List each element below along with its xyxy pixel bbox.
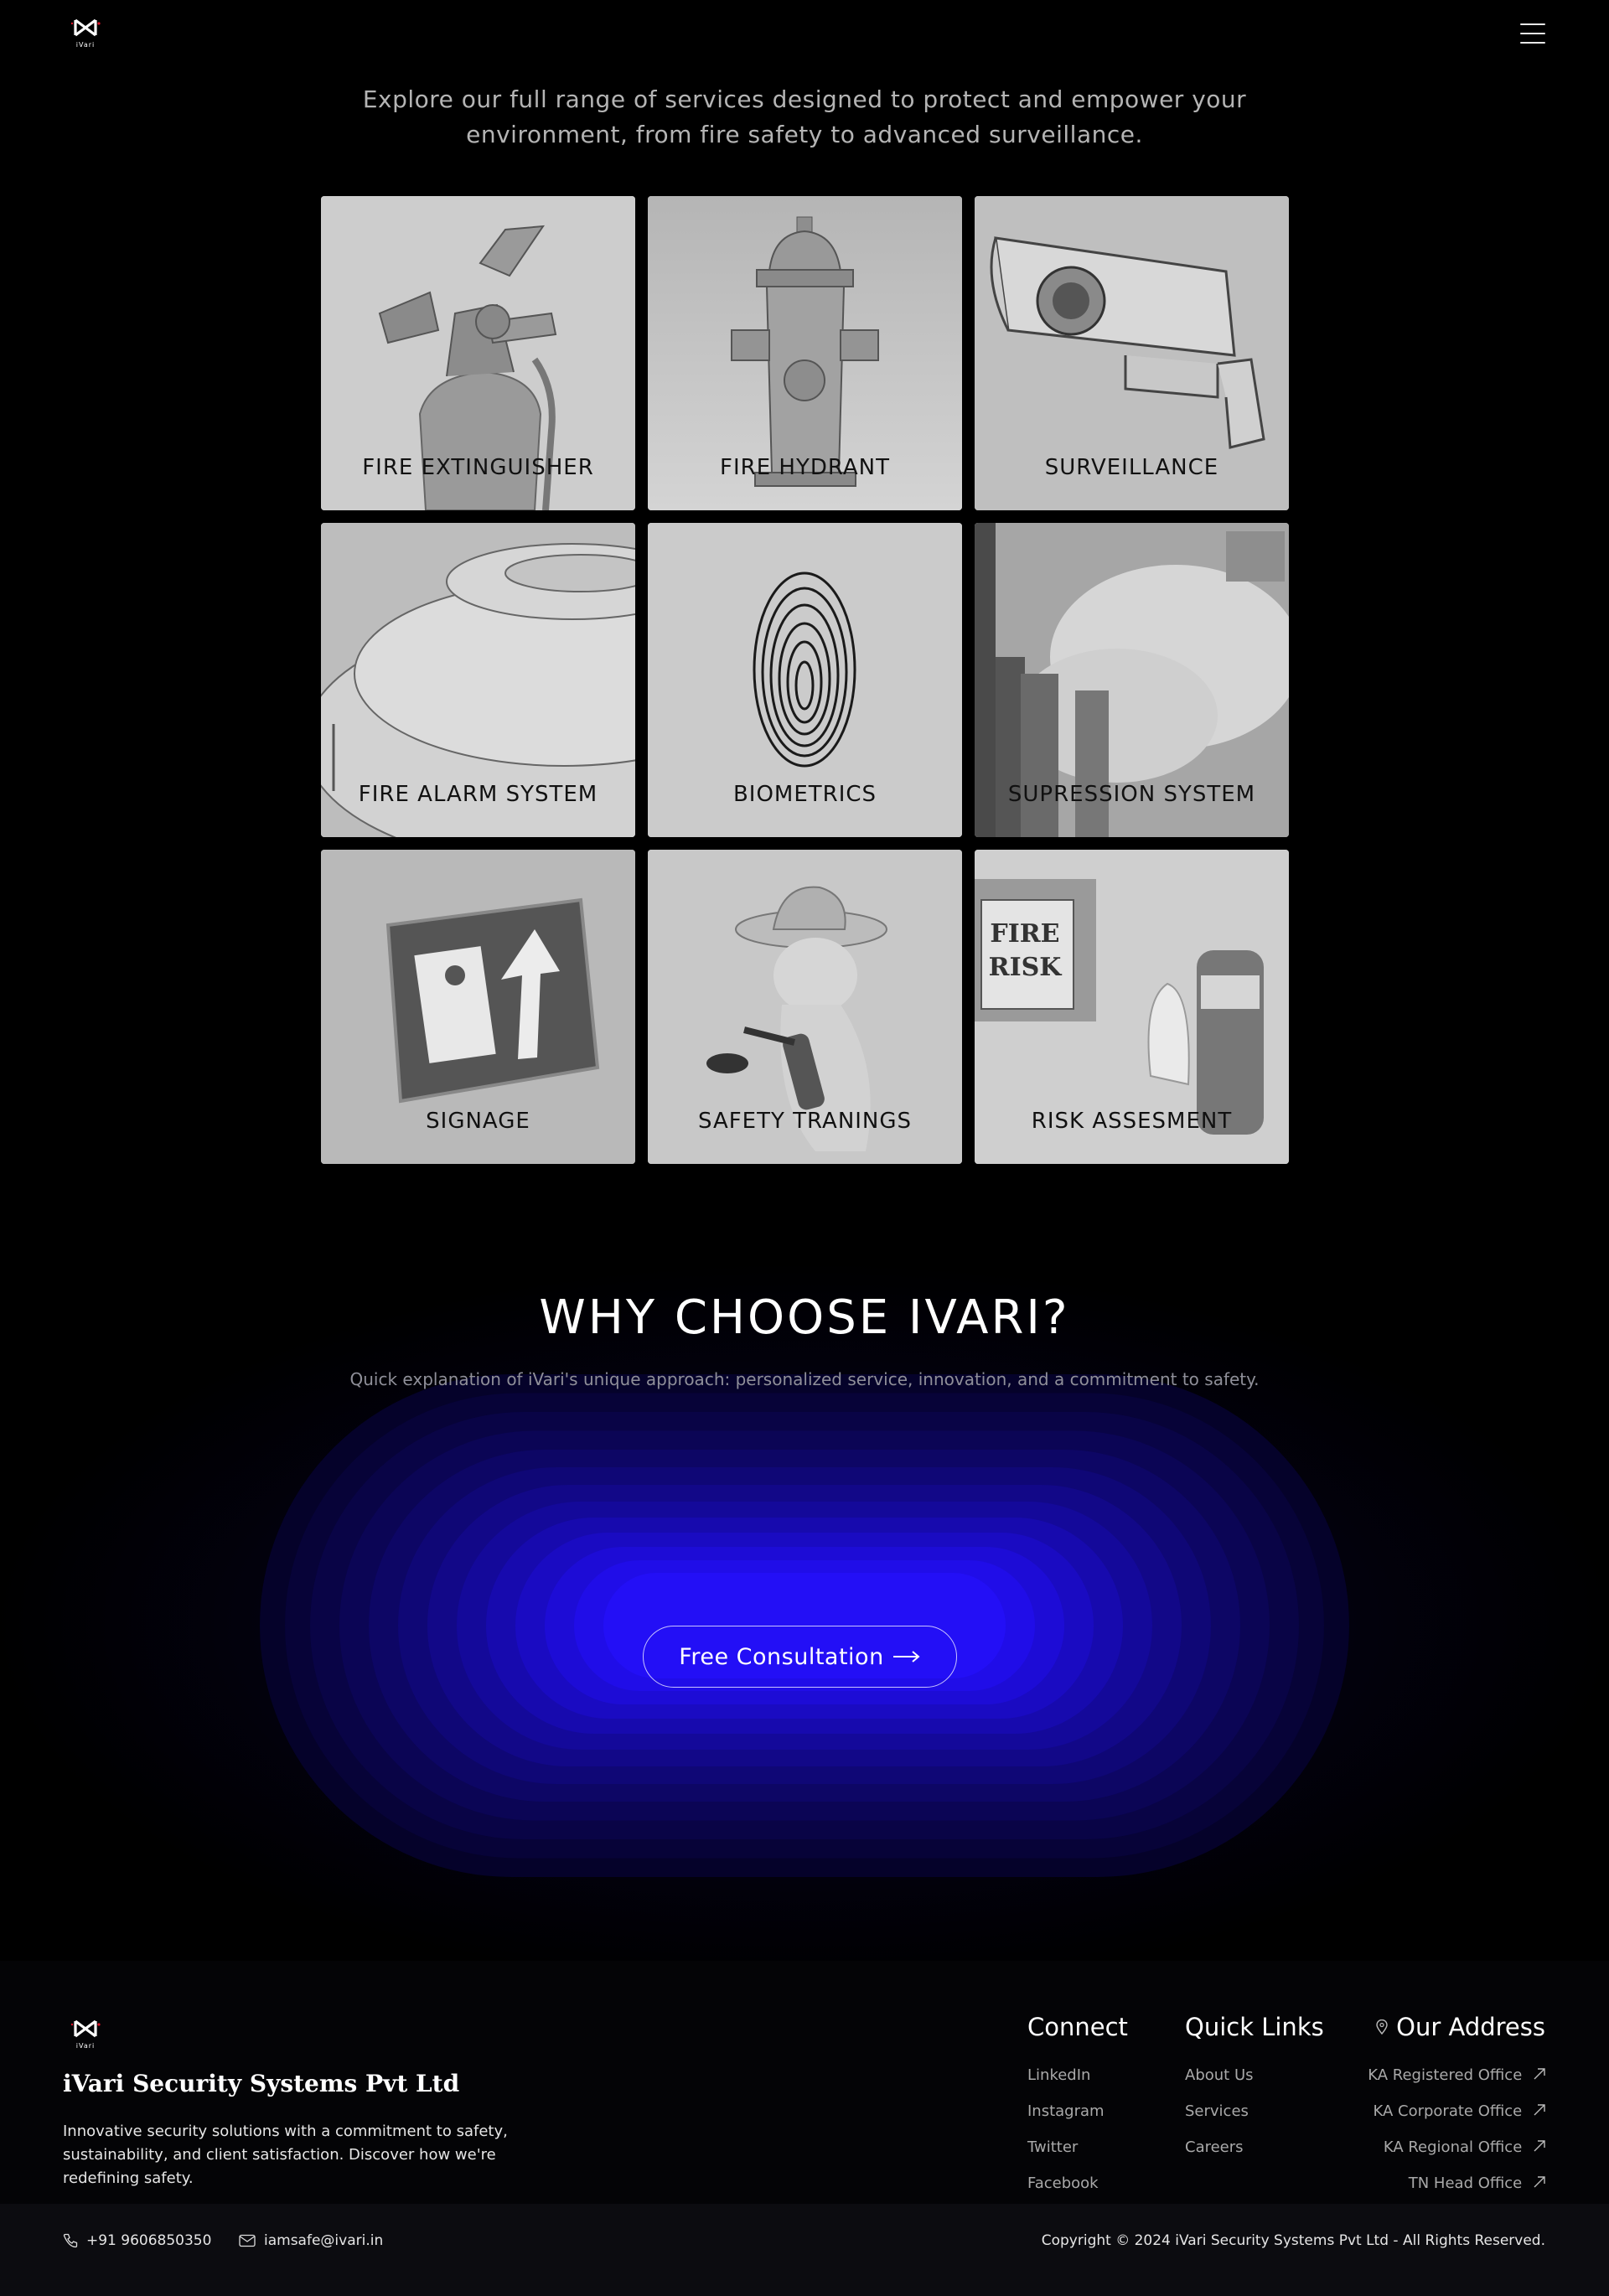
service-card-risk-assessment[interactable]: FIRE RISK RISK ASSESMENT — [975, 850, 1289, 1164]
service-label: BIOMETRICS — [732, 782, 877, 807]
link-services[interactable]: Services — [1185, 2102, 1249, 2120]
link-twitter[interactable]: Twitter — [1027, 2138, 1078, 2156]
service-card-fire-alarm-system[interactable]: FIRE ALARM SYSTEM — [321, 523, 635, 837]
company-tagline: Innovative security solutions with a com… — [63, 2123, 508, 2187]
address-label: TN Head Office — [1408, 2174, 1523, 2192]
services-grid: FIRE EXTINGUISHER FIRE HYDRANT SURVEILLA… — [321, 196, 1290, 1164]
service-label: SAFETY TRANINGS — [697, 1109, 913, 1134]
copyright-text: Copyright © 2024 iVari Security Systems … — [1041, 2232, 1545, 2249]
service-label: RISK ASSESMENT — [1031, 1109, 1233, 1134]
service-card-biometrics[interactable]: BIOMETRICS — [648, 523, 962, 837]
ivari-logo-icon — [70, 18, 101, 37]
service-card-signage[interactable]: SIGNAGE — [321, 850, 635, 1164]
location-pin-icon — [1376, 2019, 1388, 2035]
cta-label: Free Consultation — [679, 1643, 884, 1670]
link-facebook[interactable]: Facebook — [1027, 2174, 1099, 2192]
link-careers[interactable]: Careers — [1185, 2138, 1244, 2156]
link-ka-registered-office[interactable]: KA Registered Office — [1368, 2066, 1545, 2084]
arrow-up-right-icon — [1534, 2068, 1545, 2080]
service-card-fire-hydrant[interactable]: FIRE HYDRANT — [648, 196, 962, 510]
link-ka-regional-office[interactable]: KA Regional Office — [1384, 2138, 1545, 2156]
ivari-logo-icon — [70, 2019, 101, 2038]
logo-text: iVari — [75, 41, 96, 49]
footer-logo[interactable]: iVari — [70, 2016, 101, 2050]
service-label: SURVEILLANCE — [1044, 455, 1219, 480]
arrow-up-right-icon — [1534, 2176, 1545, 2188]
service-label: FIRE HYDRANT — [720, 455, 890, 480]
service-card-surveillance[interactable]: SURVEILLANCE — [975, 196, 1289, 510]
link-linkedin[interactable]: LinkedIn — [1027, 2066, 1090, 2084]
quick-links-heading: Quick Links — [1185, 2013, 1324, 2041]
address-label: KA Registered Office — [1368, 2066, 1523, 2084]
svg-text:RISK: RISK — [989, 953, 1063, 982]
email-address: iamsafe@ivari.in — [264, 2232, 384, 2249]
footer-bottom-bar — [0, 2204, 1609, 2296]
logo-text: iVari — [75, 2042, 96, 2050]
svg-text:FIRE: FIRE — [990, 919, 1059, 949]
service-card-suppression-system[interactable]: SUPRESSION SYSTEM — [975, 523, 1289, 837]
phone-icon — [63, 2233, 78, 2248]
mail-icon — [239, 2234, 256, 2247]
arrow-up-right-icon — [1534, 2140, 1545, 2152]
arrow-up-right-icon — [1534, 2104, 1545, 2116]
connect-heading: Connect — [1027, 2013, 1128, 2041]
service-label: SUPRESSION SYSTEM — [1007, 782, 1256, 807]
service-card-fire-extinguisher[interactable]: FIRE EXTINGUISHER — [321, 196, 635, 510]
service-label: FIRE ALARM SYSTEM — [358, 782, 598, 807]
service-label: FIRE EXTINGUISHER — [362, 455, 594, 480]
arrow-right-icon — [892, 1651, 920, 1663]
address-label: KA Corporate Office — [1373, 2102, 1523, 2120]
phone-number: +91 9606850350 — [86, 2232, 212, 2249]
phone-contact[interactable]: +91 9606850350 — [63, 2232, 211, 2249]
email-contact[interactable]: iamsafe@ivari.in — [239, 2232, 383, 2249]
address-heading: Our Address — [1396, 2013, 1545, 2041]
service-label: SIGNAGE — [426, 1109, 530, 1134]
service-card-safety-trainings[interactable]: SAFETY TRANINGS — [648, 850, 962, 1164]
why-subtitle: Quick explanation of iVari's unique appr… — [349, 1369, 1260, 1389]
link-tn-head-office[interactable]: TN Head Office — [1409, 2174, 1545, 2192]
address-heading-wrap: Our Address — [1376, 2013, 1545, 2041]
link-ka-corporate-office[interactable]: KA Corporate Office — [1373, 2102, 1545, 2120]
link-about-us[interactable]: About Us — [1185, 2066, 1254, 2084]
why-title: WHY CHOOSE IVARI? — [539, 1290, 1070, 1345]
company-name: iVari Security Systems Pvt Ltd — [63, 2070, 460, 2097]
link-instagram[interactable]: Instagram — [1027, 2102, 1105, 2120]
hamburger-menu-icon[interactable] — [1520, 23, 1545, 44]
address-label: KA Regional Office — [1383, 2138, 1523, 2156]
site-logo[interactable]: iVari — [70, 15, 101, 49]
services-intro: Explore our full range of services desig… — [362, 85, 1247, 148]
site-header: iVari — [0, 0, 1609, 70]
free-consultation-button[interactable]: Free Consultation — [643, 1626, 957, 1688]
